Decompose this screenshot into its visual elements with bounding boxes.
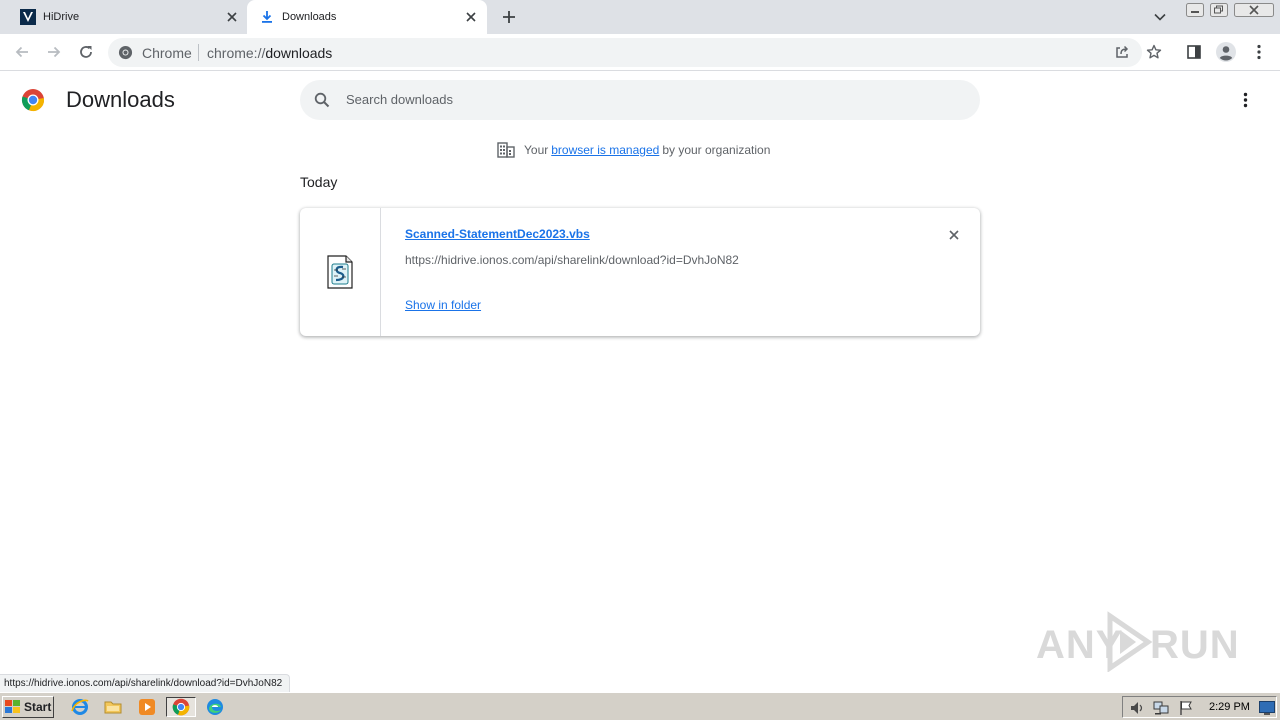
browser-managed-link[interactable]: browser is managed: [551, 143, 659, 157]
managed-prefix: Your: [524, 143, 549, 157]
tab-title: HiDrive: [43, 11, 80, 23]
reload-icon[interactable]: [72, 38, 100, 66]
windows-taskbar: Start 2:29 PM: [0, 692, 1280, 720]
browser-toolbar: Chrome chrome://downloads: [0, 34, 1280, 71]
action-center-flag-icon[interactable]: [1178, 700, 1194, 716]
managed-notice: Your browser is managed by your organiza…: [497, 140, 770, 160]
back-arrow-icon[interactable]: [8, 38, 36, 66]
anyrun-watermark-logo-icon: ANY RUN: [1036, 611, 1236, 672]
taskbar-clock[interactable]: 2:29 PM: [1209, 701, 1250, 713]
address-bar[interactable]: Chrome chrome://downloads: [108, 38, 1162, 67]
tab-downloads[interactable]: Downloads: [247, 0, 487, 34]
remove-download-close-icon[interactable]: [944, 225, 964, 245]
close-window-icon[interactable]: [1234, 3, 1274, 17]
start-label: Start: [24, 700, 52, 714]
tab-strip: HiDrive Downloads: [0, 0, 1280, 34]
url-scheme: chrome://: [207, 45, 266, 61]
site-label: Chrome: [142, 45, 192, 61]
forward-arrow-icon[interactable]: [40, 38, 68, 66]
ie-icon[interactable]: [69, 697, 91, 717]
managed-suffix: by your organization: [662, 143, 771, 157]
downloaded-file-name-link[interactable]: Scanned-StatementDec2023.vbs: [405, 227, 590, 241]
chrome-icon[interactable]: [166, 697, 196, 717]
url-text[interactable]: chrome://downloads: [207, 45, 332, 61]
omnibox-divider: [198, 44, 199, 61]
start-button[interactable]: Start: [2, 696, 54, 718]
show-desktop-icon[interactable]: [1259, 701, 1275, 715]
bookmark-star-icon[interactable]: [1146, 44, 1162, 60]
page-title: Downloads: [66, 87, 175, 112]
download-source-url: https://hidrive.ionos.com/api/sharelink/…: [405, 253, 739, 267]
tab-search-chevron-down-icon[interactable]: [1153, 10, 1167, 24]
download-item-card: Scanned-StatementDec2023.vbs https://hid…: [300, 208, 980, 336]
new-tab-plus-icon[interactable]: [500, 8, 518, 26]
side-panel-icon[interactable]: [1180, 38, 1208, 66]
share-icon[interactable]: [1114, 44, 1130, 60]
svg-text:RUN: RUN: [1150, 623, 1236, 667]
hidrive-logo-icon: [20, 9, 36, 25]
chrome-logo-icon: [21, 88, 45, 112]
edge-icon[interactable]: [204, 697, 226, 717]
browser-menu-kebab-icon[interactable]: [1245, 38, 1273, 66]
url-host: downloads: [265, 45, 333, 61]
tab-title: Downloads: [282, 11, 337, 23]
search-icon: [314, 92, 330, 108]
search-placeholder: Search downloads: [346, 92, 453, 107]
media-player-icon[interactable]: [136, 697, 158, 717]
link-status-bubble: https://hidrive.ionos.com/api/sharelink/…: [0, 674, 291, 692]
anyrun-watermark: ANY RUN: [1036, 608, 1236, 672]
system-tray: 2:29 PM: [1122, 696, 1277, 718]
minimize-window-icon[interactable]: [1186, 3, 1204, 17]
windows-flag-icon: [5, 700, 21, 714]
more-actions-kebab-icon[interactable]: [1243, 92, 1248, 108]
download-arrow-icon: [259, 9, 275, 25]
card-divider: [380, 208, 381, 336]
building-icon: [497, 142, 515, 158]
restore-window-icon[interactable]: [1210, 3, 1228, 17]
tab-hidrive[interactable]: HiDrive: [8, 0, 246, 34]
date-section-heading: Today: [300, 174, 338, 190]
volume-speaker-icon[interactable]: [1129, 700, 1145, 716]
tab-close-icon[interactable]: [463, 9, 479, 25]
chrome-site-info-icon[interactable]: [118, 45, 133, 60]
vbs-script-file-icon: [326, 255, 354, 289]
tab-close-icon[interactable]: [224, 9, 240, 25]
search-downloads-input[interactable]: Search downloads: [300, 80, 980, 120]
explorer-folder-icon[interactable]: [102, 697, 124, 717]
show-in-folder-link[interactable]: Show in folder: [405, 298, 481, 312]
profile-avatar-icon[interactable]: [1212, 38, 1240, 66]
network-computer-icon[interactable]: [1153, 700, 1169, 716]
